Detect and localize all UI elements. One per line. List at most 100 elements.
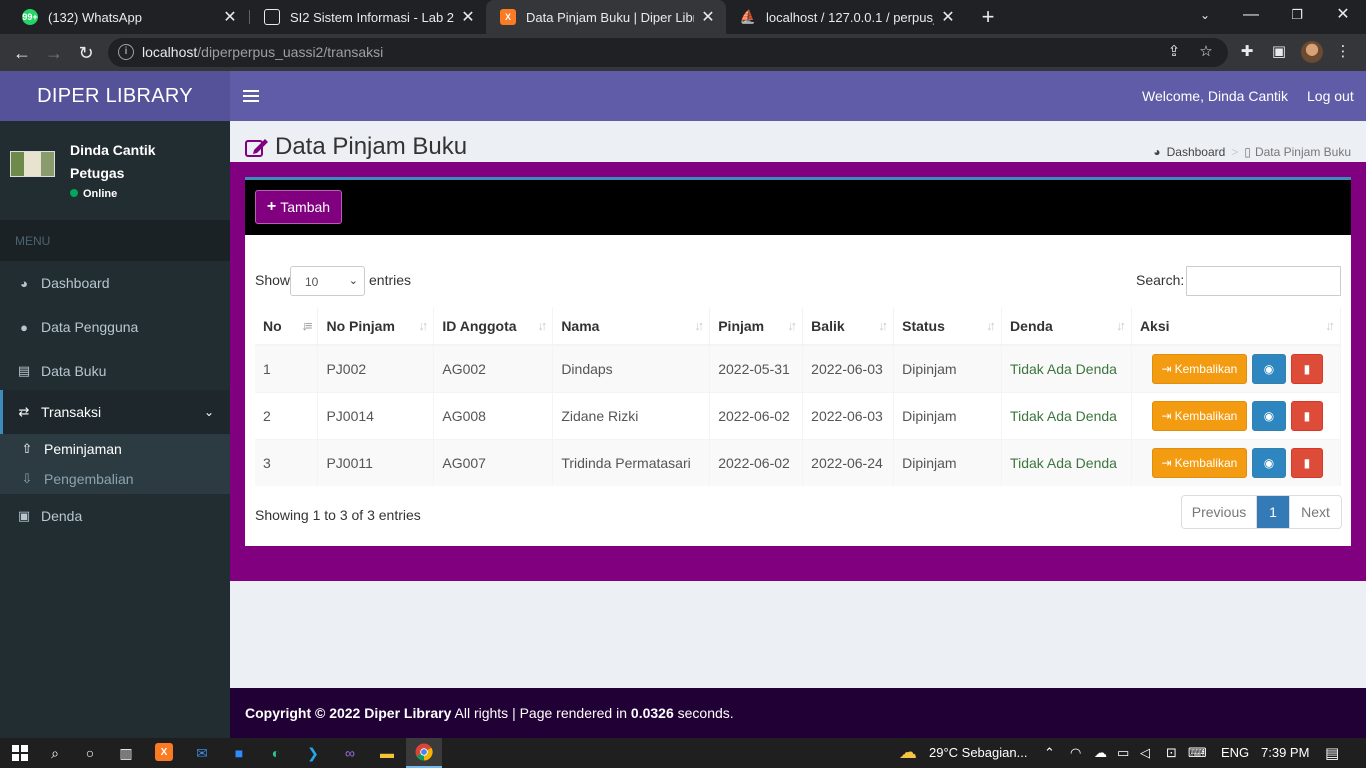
side-panel-icon[interactable]: ▣ [1269, 42, 1289, 62]
xampp-icon[interactable]: X [155, 743, 173, 761]
browser-tab-phpmyadmin[interactable]: ⛵ localhost / 127.0.0.1 / perpus_si2 ✕ [726, 0, 966, 34]
minimize-icon[interactable]: — [1228, 0, 1274, 34]
cell-aksi: ⇥ Kembalikan ◉ ▮ [1131, 391, 1342, 439]
content-area: + Tambah Show 10 ⌄ entries Search: No ↓≡ No… [230, 162, 1366, 581]
site-info-icon[interactable]: i [118, 44, 134, 60]
search-input[interactable] [1186, 266, 1341, 296]
new-tab-button[interactable]: + [976, 4, 1000, 30]
entries-select[interactable]: 10 ⌄ [290, 266, 365, 296]
restore-icon[interactable]: ❐ [1274, 0, 1320, 34]
forward-icon[interactable]: → [40, 39, 68, 67]
sidebar-item-transaksi[interactable]: ⇄ Transaksi ⌄ [0, 390, 230, 434]
column-header[interactable]: Denda ↓↑ [1001, 307, 1132, 346]
column-header[interactable]: Status ↓↑ [893, 307, 1003, 346]
close-tab-icon[interactable]: ✕ [700, 7, 716, 27]
view-button[interactable]: ◉ [1251, 353, 1286, 384]
welcome-text[interactable]: Welcome, Dinda Cantik [1142, 88, 1288, 104]
back-icon[interactable]: ← [8, 39, 36, 67]
close-window-icon[interactable]: ✕ [1320, 0, 1366, 34]
return-button[interactable]: ⇥ Kembalikan [1151, 447, 1247, 478]
table-header-row: No ↓≡ No Pinjam ↓↑ ID Anggota ↓↑ Nama ↓↑ Pin… [255, 307, 1342, 346]
bookmark-star-icon[interactable]: ☆ [1196, 42, 1216, 62]
delete-button[interactable]: ▮ [1290, 353, 1323, 384]
sidebar-item-data-pengguna[interactable]: ● Data Pengguna [0, 305, 230, 349]
eye-icon: ◉ [1263, 361, 1275, 376]
sidebar-item-data-buku[interactable]: ▤ Data Buku [0, 349, 230, 393]
cortana-icon[interactable]: ○ [80, 743, 100, 763]
eye-icon: ◉ [1263, 455, 1275, 470]
vscode-icon[interactable]: ❯ [303, 743, 323, 763]
battery-icon[interactable]: ▭ [1117, 745, 1129, 761]
sidebar-toggle-icon[interactable] [243, 87, 259, 105]
tab-search-icon[interactable]: ⌄ [1182, 0, 1228, 34]
close-tab-icon[interactable]: ✕ [460, 7, 476, 27]
next-page-button[interactable]: Next [1289, 496, 1341, 528]
search-icon[interactable]: ⌕ [45, 743, 65, 763]
edge-icon[interactable]: ◐ [266, 743, 286, 763]
view-button[interactable]: ◉ [1251, 400, 1286, 431]
sidebar-item-peminjaman[interactable]: ⇧ Peminjaman [20, 434, 122, 464]
column-header[interactable]: Pinjam ↓↑ [709, 307, 804, 346]
extensions-icon[interactable]: ✚ [1237, 42, 1257, 62]
browser-tab-whatsapp[interactable]: 99+ (132) WhatsApp ✕ [8, 0, 248, 34]
volume-icon[interactable]: ◁ [1140, 745, 1150, 761]
delete-button[interactable]: ▮ [1290, 447, 1323, 478]
column-header[interactable]: Nama ↓↑ [552, 307, 711, 346]
column-header[interactable]: ID Anggota ↓↑ [433, 307, 554, 346]
close-tab-icon[interactable]: ✕ [222, 7, 238, 27]
chrome-menu-icon[interactable]: ⋮ [1333, 42, 1353, 62]
sort-icon: ↓↑ [878, 318, 888, 333]
cell-nama: Tridinda Permatasari [552, 438, 711, 486]
user-name: Dinda Cantik [70, 142, 156, 158]
keyboard-icon[interactable]: ⌨ [1188, 745, 1207, 761]
tab-title: Data Pinjam Buku | Diper Library [526, 9, 694, 25]
profile-avatar[interactable] [1301, 41, 1323, 63]
share-icon[interactable]: ⇪ [1164, 42, 1184, 62]
app-logo[interactable]: DIPER LIBRARY [0, 71, 230, 121]
sort-asc-icon: ↓≡ [301, 318, 312, 333]
breadcrumb-home[interactable]: Dashboard [1167, 145, 1226, 159]
tab-title: localhost / 127.0.0.1 / perpus_si2 [766, 9, 934, 25]
cell-denda: Tidak Ada Denda [1001, 391, 1132, 439]
column-header[interactable]: Balik ↓↑ [802, 307, 895, 346]
chevron-up-icon[interactable]: ⌃ [1044, 745, 1055, 761]
task-view-icon[interactable]: ▥ [116, 743, 136, 763]
wifi-icon[interactable]: ◠ [1070, 745, 1081, 761]
return-button[interactable]: ⇥ Kembalikan [1151, 353, 1247, 384]
close-tab-icon[interactable]: ✕ [940, 7, 956, 27]
notifications-icon[interactable]: ▤ [1325, 744, 1339, 762]
column-header[interactable]: No Pinjam ↓↑ [317, 307, 435, 346]
sidebar-item-dashboard[interactable]: ◕ Dashboard [0, 261, 230, 305]
previous-page-button[interactable]: Previous [1182, 496, 1257, 528]
page-1-button[interactable]: 1 [1257, 496, 1289, 528]
add-button[interactable]: + Tambah [255, 190, 342, 224]
sort-icon: ↓↑ [986, 318, 996, 333]
sort-icon: ↓↑ [1325, 318, 1335, 333]
clock[interactable]: 7:39 PM [1261, 745, 1309, 760]
windows-start-icon[interactable] [10, 743, 30, 763]
language-indicator[interactable]: ENG [1221, 745, 1249, 760]
logout-link[interactable]: Log out [1307, 88, 1354, 104]
reload-icon[interactable]: ↻ [72, 39, 100, 67]
browser-tab-active[interactable]: X Data Pinjam Buku | Diper Library ✕ [486, 0, 726, 34]
visual-studio-icon[interactable]: ∞ [340, 743, 360, 763]
sidebar-item-pengembalian[interactable]: ⇩ Pengembalian [20, 464, 134, 494]
browser-tab-lab[interactable]: SI2 Sistem Informasi - Lab 2 ✕ [250, 0, 486, 34]
file-explorer-icon[interactable]: ▬ [377, 743, 397, 763]
view-button[interactable]: ◉ [1251, 447, 1286, 478]
weather-icon[interactable]: ☁ [899, 742, 917, 763]
address-bar[interactable]: i localhost/diperperpus_uassi2/transaksi… [108, 38, 1228, 67]
return-button[interactable]: ⇥ Kembalikan [1151, 400, 1247, 431]
delete-button[interactable]: ▮ [1290, 400, 1323, 431]
weather-text[interactable]: 29°C Sebagian... [929, 745, 1027, 760]
camera-icon[interactable]: ⊡ [1166, 745, 1177, 761]
footer-copyright: Copyright © 2022 Diper Library [245, 705, 452, 721]
chrome-icon[interactable] [406, 738, 442, 768]
sidebar-item-denda[interactable]: ▣ Denda [0, 494, 230, 538]
zoom-icon[interactable]: ■ [229, 743, 249, 763]
cloud-offline-icon[interactable]: ☁ [1094, 745, 1107, 761]
column-header[interactable]: Aksi ↓↑ [1131, 307, 1342, 346]
column-header[interactable]: No ↓≡ [255, 307, 319, 346]
mail-icon[interactable]: ✉ [192, 743, 212, 763]
sign-out-icon: ⇥ [1161, 408, 1172, 423]
